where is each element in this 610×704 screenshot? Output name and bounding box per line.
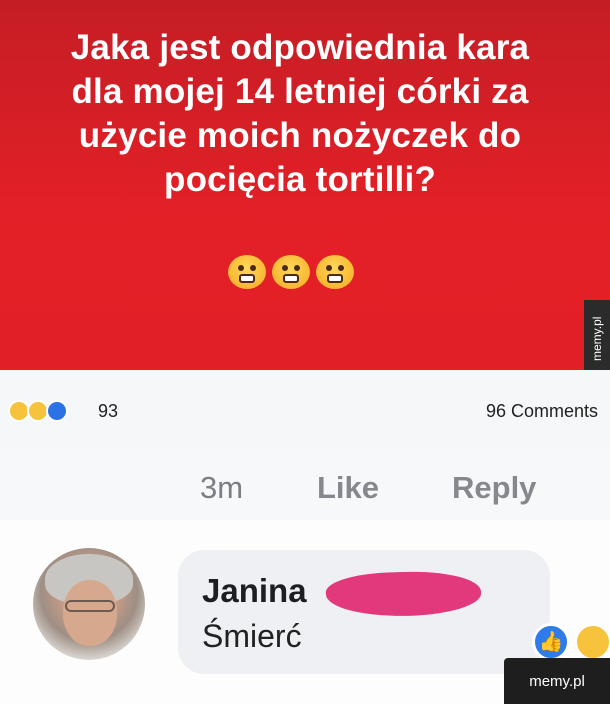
comment-timestamp: 3m xyxy=(200,470,244,505)
reaction-icons[interactable] xyxy=(8,400,68,422)
like-reaction-icon[interactable]: 👍 xyxy=(532,623,570,661)
side-watermark: memy.pl xyxy=(584,300,610,378)
comments-count-link[interactable]: 96 Comments xyxy=(486,401,598,422)
reply-link[interactable]: Reply xyxy=(452,470,536,506)
reactions-bar: 93 96 Comments xyxy=(0,370,610,451)
haha-reaction-icon[interactable] xyxy=(574,623,610,661)
comment-bubble: Janina Śmierć xyxy=(178,550,550,674)
redacted-surname xyxy=(325,569,482,619)
grimacing-emoji-icon xyxy=(272,255,310,289)
reaction-count[interactable]: 93 xyxy=(98,401,118,422)
emoji-row xyxy=(228,255,354,289)
like-link[interactable]: Like xyxy=(317,470,379,506)
commenter-name[interactable]: Janina xyxy=(202,572,307,610)
grimacing-emoji-icon xyxy=(228,255,266,289)
avatar[interactable] xyxy=(33,548,145,660)
comment-text: Śmierć xyxy=(202,618,302,654)
corner-watermark: memy.pl xyxy=(504,658,610,704)
comment-action-row: 3m Like Reply xyxy=(0,450,610,520)
like-reaction-icon xyxy=(46,400,68,422)
post-text: Jaka jest odpowiednia kara dla mojej 14 … xyxy=(70,28,530,199)
post-card: Jaka jest odpowiednia kara dla mojej 14 … xyxy=(0,0,610,370)
grimacing-emoji-icon xyxy=(316,255,354,289)
